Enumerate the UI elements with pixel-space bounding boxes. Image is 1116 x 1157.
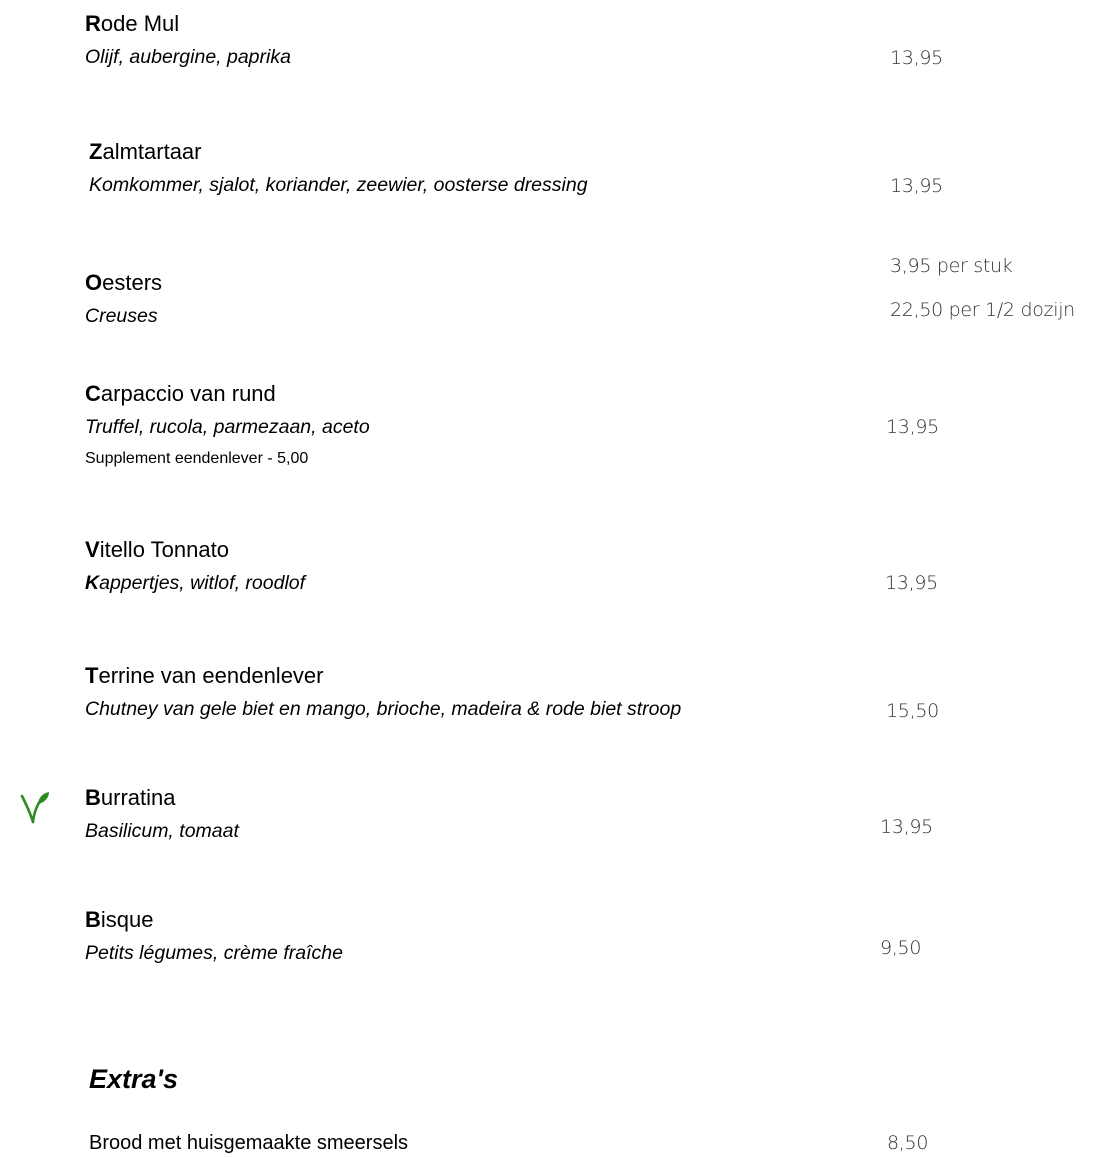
item-supplement: Supplement eendenlever - 5,00 [85,450,309,467]
item-name: Zalmtartaar [89,139,202,164]
item-price: 15,50 [886,700,939,722]
item-name: Terrine van eendenlever [85,663,324,688]
menu-item-terrine: Terrine van eendenlever Chutney van gele… [85,663,681,721]
item-price: 13,95 [885,572,938,594]
item-price: 13,95 [890,175,943,197]
item-description: Komkommer, sjalot, koriander, zeewier, o… [89,174,588,196]
item-price: 9,50 [880,937,922,959]
extra-item-name: Brood met huisgemaakte smeersels [89,1132,409,1154]
item-name: Oesters [85,270,163,295]
item-description: Kappertjes, witlof, roodlof [85,572,306,594]
menu-item-carpaccio: Carpaccio van rund Truffel, rucola, parm… [85,381,370,469]
menu-item-vitello-tonnato: Vitello Tonnato Kappertjes, witlof, rood… [85,537,305,595]
item-name: Carpaccio van rund [85,381,276,406]
item-price: 13,95 [880,816,933,838]
item-name: Rode Mul [85,11,180,36]
item-name: Vitello Tonnato [85,537,229,562]
menu-item-bisque: Bisque Petits légumes, crème fraîche [85,907,343,965]
menu-item-rode-mul: Rode Mul Olijf, aubergine, paprika [85,11,291,69]
item-description: Petits légumes, crème fraîche [85,942,343,964]
item-name: Burratina [85,785,176,810]
menu-item-oesters: Oesters Creuses [85,270,162,328]
item-description: Olijf, aubergine, paprika [85,46,291,68]
item-price-per-piece: 3,95 per stuk [890,255,1013,277]
item-price-half-dozen: 22,50 per 1/2 dozijn [890,299,1075,321]
item-price: 13,95 [890,47,943,69]
section-heading-extras: Extra's [89,1064,178,1094]
extra-item-price: 8,50 [887,1132,929,1154]
item-description: Truffel, rucola, parmezaan, aceto [85,416,370,438]
menu-item-zalmtartaar: Zalmtartaar Komkommer, sjalot, koriander… [89,139,588,197]
item-name: Bisque [85,907,154,932]
item-description: Chutney van gele biet en mango, brioche,… [85,698,682,720]
menu-item-burratina: Burratina Basilicum, tomaat [85,785,239,843]
vegetarian-leaf-icon [20,790,50,824]
item-description: Basilicum, tomaat [85,820,239,842]
item-description: Creuses [85,305,158,327]
item-price: 13,95 [886,416,939,438]
